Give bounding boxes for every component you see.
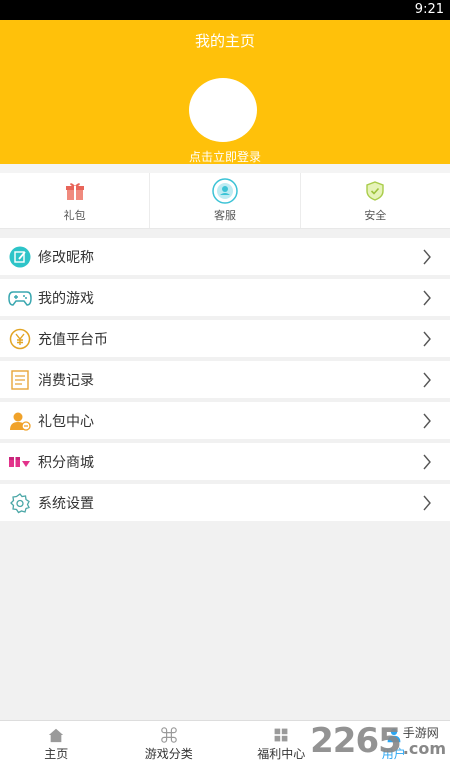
divider (0, 164, 450, 173)
yen-coin-icon (8, 327, 32, 351)
status-bar: 9:21 (0, 0, 450, 20)
watermark-logo: 2265 手游网 .com (310, 724, 446, 758)
edit-icon (8, 245, 32, 269)
chevron-right-icon (423, 249, 431, 265)
chevron-right-icon (423, 413, 431, 429)
quick-actions: 礼包 客服 安全 (0, 173, 450, 229)
menu-label: 礼包中心 (38, 413, 94, 430)
menu-item-my-games[interactable]: 我的游戏 (0, 279, 450, 316)
menu-label: 系统设置 (38, 495, 94, 512)
menu-list: 修改昵称 我的游戏 充值平台币 消费记录 礼包中心 积分商城 系统设置 (0, 238, 450, 521)
watermark-suffix: .com (402, 739, 446, 758)
menu-item-recharge[interactable]: 充值平台币 (0, 320, 450, 357)
profile-header: 我的主页 点击立即登录 (0, 20, 450, 164)
chevron-right-icon (423, 454, 431, 470)
tab-label: 福利中心 (257, 747, 306, 761)
gift-icon (62, 178, 88, 204)
menu-label: 修改昵称 (38, 249, 94, 266)
menu-item-points-mall[interactable]: 积分商城 (0, 443, 450, 480)
tab-label: 主页 (44, 747, 69, 761)
login-link[interactable]: 点击立即登录 (0, 148, 450, 165)
quick-label-gift: 礼包 (63, 209, 86, 222)
watermark-number: 2265 (310, 721, 402, 761)
chevron-right-icon (423, 495, 431, 511)
home-icon (49, 728, 64, 743)
menu-item-consumption-record[interactable]: 消费记录 (0, 361, 450, 398)
divider (0, 229, 450, 238)
watermark-side: 手游网 .com (403, 726, 446, 758)
points-mall-icon (8, 450, 32, 474)
avatar[interactable] (189, 78, 257, 142)
status-time: 9:21 (414, 2, 444, 17)
gift-center-user-icon (8, 409, 32, 433)
tab-game-category[interactable]: 游戏分类 (113, 721, 226, 762)
menu-item-system-settings[interactable]: 系统设置 (0, 484, 450, 521)
customer-service-icon (212, 178, 238, 204)
menu-item-edit-nickname[interactable]: 修改昵称 (0, 238, 450, 275)
menu-label: 我的游戏 (38, 290, 94, 307)
quick-item-security[interactable]: 安全 (301, 173, 450, 228)
settings-gear-icon (8, 491, 32, 515)
menu-label: 积分商城 (38, 454, 94, 471)
grid-icon (274, 728, 288, 742)
chevron-right-icon (423, 290, 431, 306)
menu-label: 消费记录 (38, 372, 94, 389)
quick-label-service: 客服 (213, 209, 236, 222)
shield-check-icon (362, 178, 388, 204)
quick-label-security: 安全 (364, 209, 387, 222)
page-title: 我的主页 (194, 32, 255, 50)
tab-home[interactable]: 主页 (0, 721, 113, 762)
record-list-icon (8, 368, 32, 392)
command-icon (160, 727, 177, 743)
watermark-text: 手游网 (402, 726, 439, 740)
menu-label: 充值平台币 (38, 331, 108, 348)
chevron-right-icon (423, 331, 431, 347)
quick-item-service[interactable]: 客服 (150, 173, 301, 228)
tab-label: 游戏分类 (144, 747, 193, 761)
gamepad-icon (8, 286, 32, 310)
quick-item-gift[interactable]: 礼包 (0, 173, 151, 228)
menu-item-gift-center[interactable]: 礼包中心 (0, 402, 450, 439)
chevron-right-icon (423, 372, 431, 388)
